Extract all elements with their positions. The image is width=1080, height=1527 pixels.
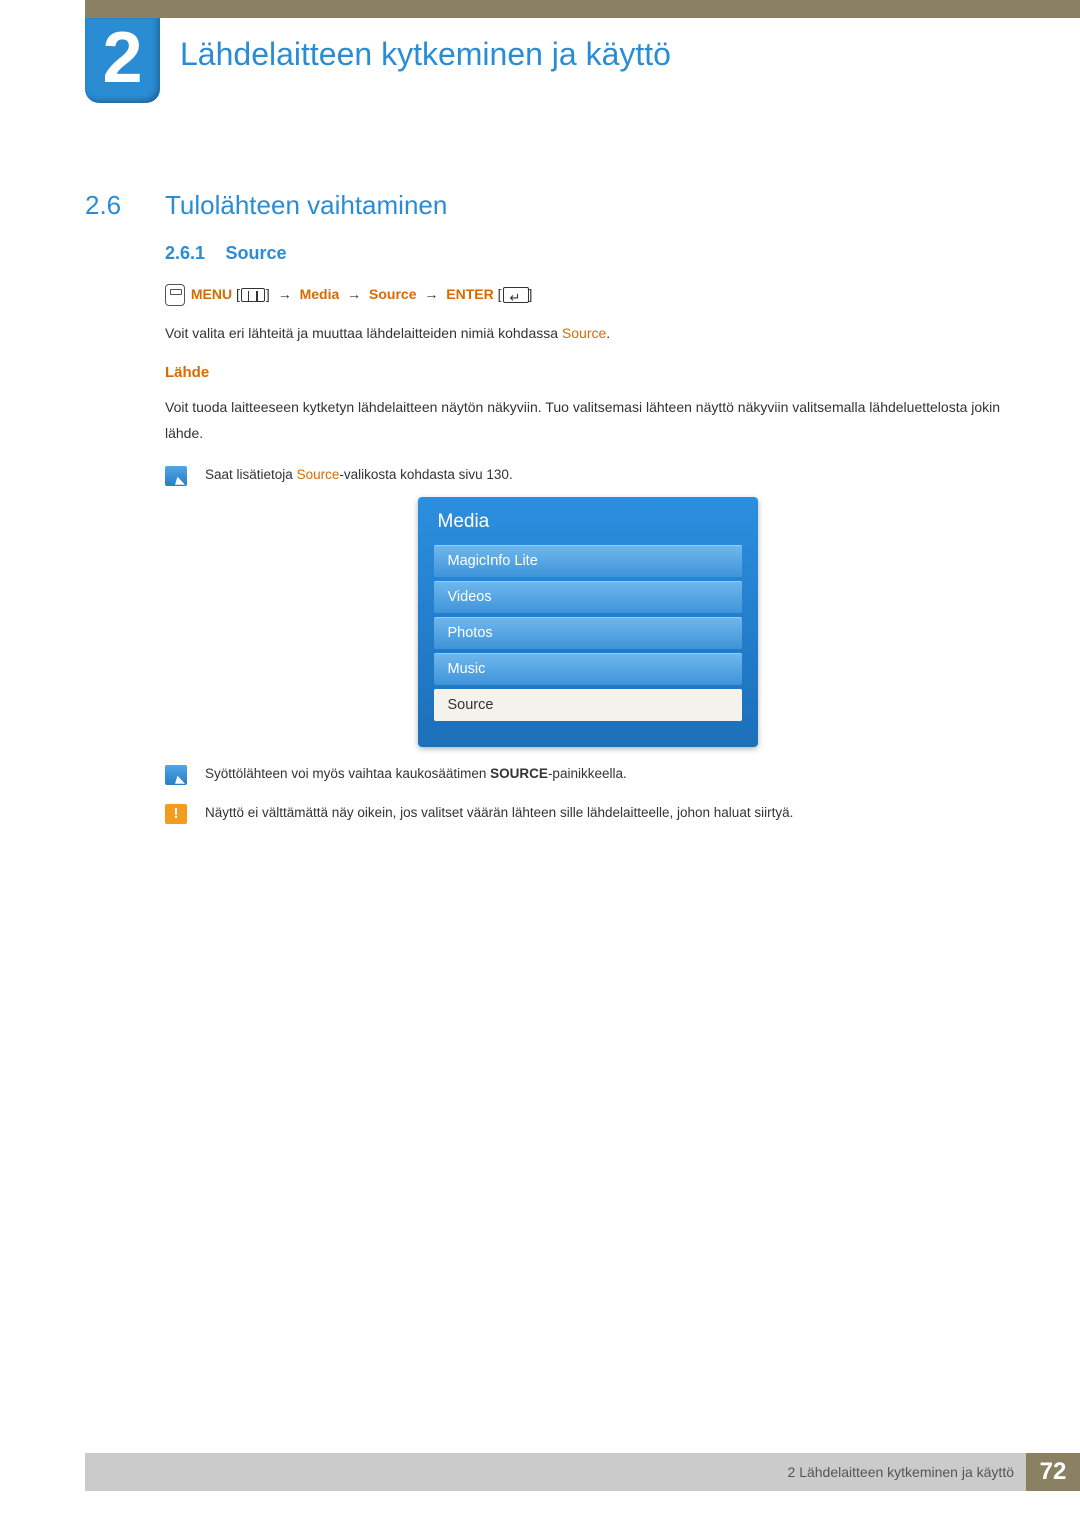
source-link: Source <box>562 325 606 341</box>
warning-note: ! Näyttö ei välttämättä näy oikein, jos … <box>165 802 1010 825</box>
warning-text: Näyttö ei välttämättä näy oikein, jos va… <box>205 802 793 825</box>
paragraph-lahde: Voit tuoda laitteeseen kytketyn lähdelai… <box>165 395 1010 445</box>
source-link: Source <box>297 467 340 482</box>
nav-enter: ENTER <box>446 286 493 302</box>
navigation-path: MENU [] → Media → Source → ENTER [] <box>165 282 1010 307</box>
text: Saat lisätietoja <box>205 467 297 482</box>
footer-bar: 2 Lähdelaitteen kytkeminen ja käyttö 72 <box>85 1453 1080 1491</box>
media-item[interactable]: Music <box>434 653 742 685</box>
section-title: Tulolähteen vaihtaminen <box>165 190 447 221</box>
text: -valikosta kohdasta sivu 130. <box>339 467 512 482</box>
media-panel-container: Media MagicInfo Lite Videos Photos Music Sou… <box>165 497 1010 747</box>
bracket-close: ] <box>266 286 274 302</box>
menu-icon <box>241 288 265 302</box>
section-number: 2.6 <box>85 190 165 221</box>
chapter-title: Lähdelaitteen kytkeminen ja käyttö <box>180 36 671 73</box>
arrow-icon: → <box>424 286 438 302</box>
top-accent-bar <box>85 0 1080 18</box>
media-item[interactable]: Source <box>434 689 742 721</box>
media-item[interactable]: Photos <box>434 617 742 649</box>
info-note-text: Syöttölähteen voi myös vaihtaa kaukosäät… <box>205 763 627 786</box>
page-number: 72 <box>1026 1453 1080 1491</box>
info-note-text: Saat lisätietoja Source-valikosta kohdas… <box>205 464 513 487</box>
media-items-list: MagicInfo Lite Videos Photos Music Source <box>434 545 742 721</box>
subsection-heading: 2.6.1 Source <box>165 243 1010 264</box>
text: Syöttölähteen voi myös vaihtaa kaukosäät… <box>205 766 490 781</box>
source-bold: SOURCE <box>490 766 548 781</box>
nav-menu: MENU <box>191 286 232 302</box>
subsection-title: Source <box>226 243 287 263</box>
info-icon <box>165 466 187 486</box>
bracket-close: ] <box>529 286 533 302</box>
text: Voit valita eri lähteitä ja muuttaa lähd… <box>165 325 562 341</box>
media-item[interactable]: MagicInfo Lite <box>434 545 742 577</box>
info-icon <box>165 765 187 785</box>
chapter-number-badge: 2 <box>85 18 160 103</box>
subsection-number: 2.6.1 <box>165 243 205 263</box>
nav-media: Media <box>300 286 340 302</box>
arrow-icon: → <box>278 286 292 302</box>
bracket-open: [ <box>236 286 240 302</box>
lahde-heading: Lähde <box>165 364 1010 381</box>
info-note-2: Syöttölähteen voi myös vaihtaa kaukosäät… <box>165 763 1010 786</box>
enter-icon <box>503 287 529 303</box>
text: -painikkeella. <box>548 766 627 781</box>
remote-icon <box>165 284 185 306</box>
media-panel: Media MagicInfo Lite Videos Photos Music Sou… <box>418 497 758 747</box>
arrow-icon: → <box>347 286 361 302</box>
section-heading: 2.6 Tulolähteen vaihtaminen <box>85 190 1010 221</box>
page-content: 2.6 Tulolähteen vaihtaminen 2.6.1 Source… <box>85 190 1010 825</box>
media-panel-title: Media <box>434 511 742 533</box>
text: . <box>606 325 610 341</box>
media-item[interactable]: Videos <box>434 581 742 613</box>
bracket-open: [ <box>498 286 502 302</box>
warning-icon: ! <box>165 804 187 824</box>
nav-source: Source <box>369 286 416 302</box>
footer-text: 2 Lähdelaitteen kytkeminen ja käyttö <box>788 1464 1026 1480</box>
paragraph-source-intro: Voit valita eri lähteitä ja muuttaa lähd… <box>165 321 1010 346</box>
info-note-1: Saat lisätietoja Source-valikosta kohdas… <box>165 464 1010 487</box>
